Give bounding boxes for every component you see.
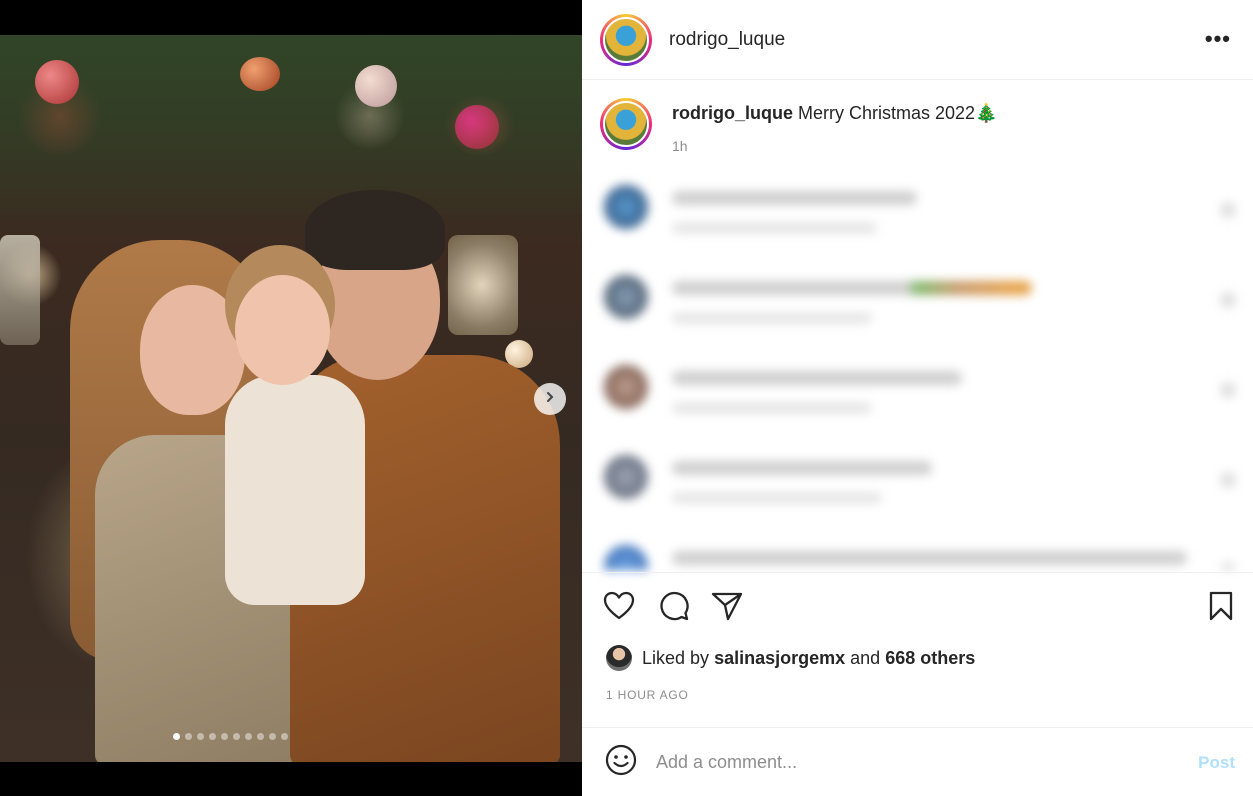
comment-composer: Post	[582, 727, 1253, 796]
likes-others[interactable]: 668 others	[885, 648, 975, 669]
lantern	[448, 235, 518, 335]
caption-username[interactable]: rodrigo_luque	[672, 103, 793, 123]
child-body	[225, 375, 365, 605]
caption-time[interactable]: 1h	[672, 138, 997, 154]
comment-item	[582, 175, 1253, 265]
author-username[interactable]: rodrigo_luque	[669, 29, 785, 51]
post-details-panel: rodrigo_luque ••• rodrigo_luque Merry Ch…	[582, 0, 1253, 796]
caption-avatar[interactable]	[600, 98, 652, 150]
carousel-dot[interactable]	[244, 733, 252, 740]
liker-username[interactable]: salinasjorgemx	[714, 648, 845, 669]
carousel-indicators	[0, 733, 582, 740]
like-button[interactable]	[602, 591, 636, 625]
carousel-dot[interactable]	[196, 733, 204, 740]
carousel-dot[interactable]	[232, 733, 240, 740]
likes-prefix: Liked by	[642, 647, 710, 668]
post-actions-bar	[582, 572, 1253, 642]
paper-plane-icon	[711, 591, 743, 626]
save-button[interactable]	[1204, 591, 1238, 625]
carousel-next-button[interactable]	[534, 383, 566, 415]
post-header: rodrigo_luque •••	[582, 0, 1253, 80]
lantern	[0, 235, 40, 345]
ornament	[355, 65, 397, 107]
carousel-dot[interactable]	[184, 733, 192, 740]
carousel-dot[interactable]	[220, 733, 228, 740]
comment-bubble-icon	[658, 590, 690, 627]
post-media	[0, 0, 582, 796]
caption-text: Merry Christmas 2022🎄	[798, 103, 998, 123]
likes-connector: and	[850, 647, 881, 668]
comment-item	[582, 355, 1253, 445]
smiley-icon	[605, 744, 637, 781]
liker-avatar[interactable]	[606, 645, 632, 671]
author-avatar[interactable]	[600, 13, 652, 66]
carousel-dot[interactable]	[256, 733, 264, 740]
heart-icon	[603, 591, 635, 626]
child-face	[235, 275, 330, 385]
post-comment-button[interactable]: Post	[1198, 753, 1235, 773]
comment-item	[582, 445, 1253, 535]
ornament	[35, 60, 79, 104]
carousel-dot[interactable]	[172, 733, 180, 740]
comment-input[interactable]	[656, 751, 1176, 773]
post-photo	[0, 35, 582, 762]
comment-item	[582, 265, 1253, 355]
bookmark-icon	[1208, 591, 1234, 626]
share-button[interactable]	[710, 591, 744, 625]
carousel-dot[interactable]	[208, 733, 216, 740]
comment-item	[582, 535, 1253, 570]
ornament	[455, 105, 499, 149]
emoji-button[interactable]	[604, 744, 638, 781]
comment-button[interactable]	[657, 591, 691, 625]
likes-summary: Liked by salinasjorgemx and 668 others	[606, 645, 975, 671]
carousel-dot[interactable]	[268, 733, 276, 740]
man-hair	[305, 190, 445, 270]
comments-list-blurred	[582, 175, 1253, 570]
carousel-dot[interactable]	[280, 733, 288, 740]
chevron-right-icon	[544, 390, 556, 408]
post-timestamp[interactable]: 1 HOUR AGO	[606, 688, 689, 702]
more-options-icon[interactable]: •••	[1205, 26, 1231, 52]
ornament	[240, 57, 280, 91]
